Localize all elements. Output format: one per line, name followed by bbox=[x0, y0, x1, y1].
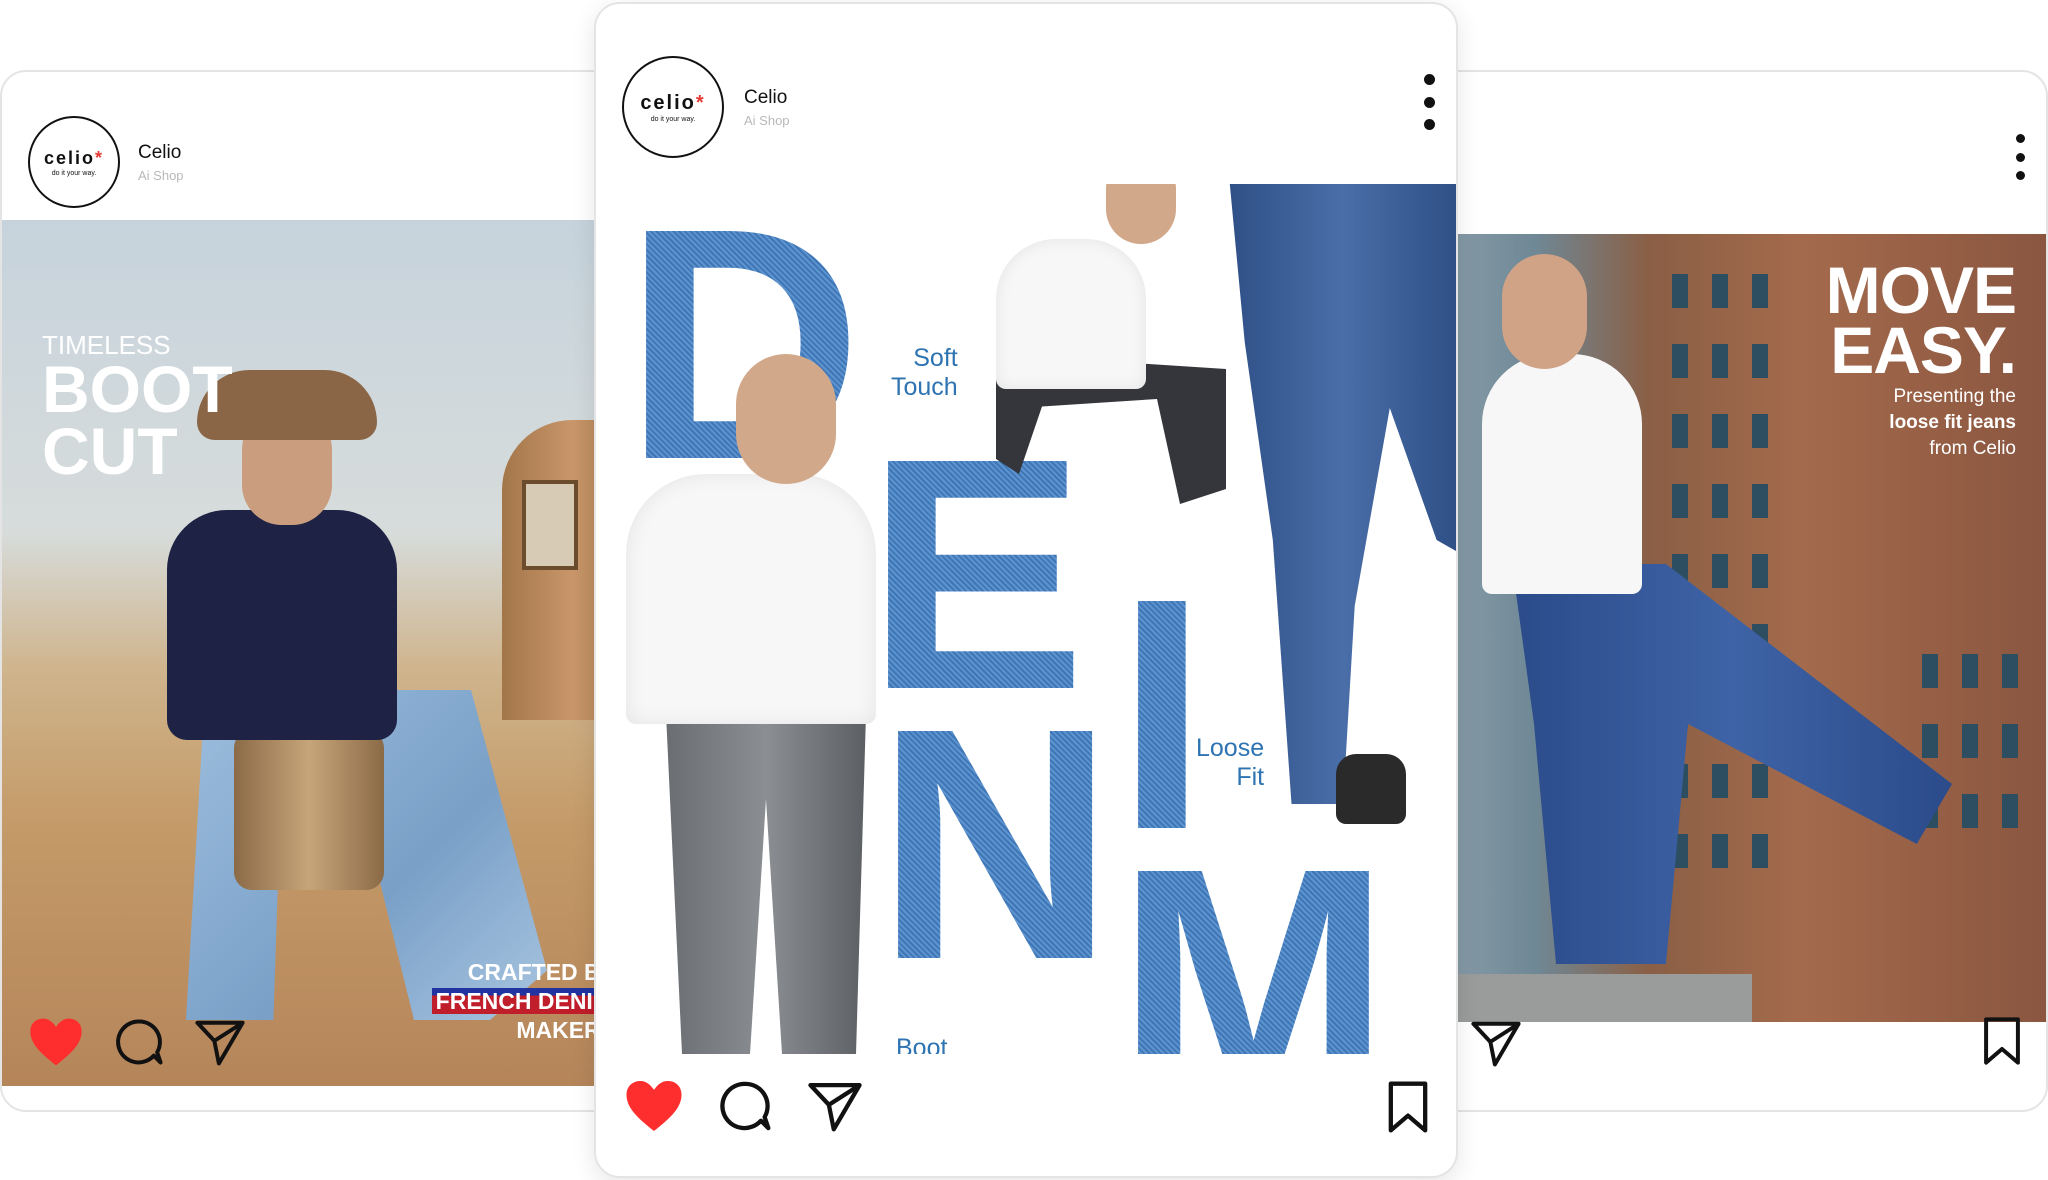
denim-letter-n: N bbox=[876, 654, 1114, 1034]
model-jeans bbox=[1512, 564, 1952, 964]
caption-soft-line-2: Touch bbox=[891, 373, 958, 401]
model-head bbox=[1502, 254, 1587, 369]
more-options-icon[interactable] bbox=[2014, 134, 2026, 180]
bookmark-icon[interactable] bbox=[1386, 1080, 1430, 1134]
caption-loose-fit: Loose Fit bbox=[1196, 734, 1264, 792]
headline-line-1: BOOT bbox=[42, 352, 233, 426]
subheadline-line-2: loose fit jeans bbox=[1889, 412, 2016, 433]
logo-tagline: do it your way. bbox=[650, 115, 696, 123]
headline-big: BOOT CUT bbox=[42, 352, 302, 488]
logo-star: * bbox=[95, 147, 105, 168]
denim-letter-m: M bbox=[1116, 794, 1391, 1054]
model-shirt bbox=[1482, 354, 1642, 594]
heart-icon[interactable] bbox=[624, 1078, 684, 1134]
account-name[interactable]: Celio bbox=[138, 142, 184, 164]
logo-text: celio bbox=[640, 91, 696, 114]
crouching-model-head bbox=[1106, 184, 1176, 244]
credit-line-1: CRAFTED BY bbox=[467, 959, 616, 985]
logo-tagline: do it your way. bbox=[51, 169, 97, 177]
barrel-illustration bbox=[234, 730, 384, 890]
front-model-jeans bbox=[666, 714, 866, 1054]
front-model-head bbox=[736, 354, 836, 484]
standing-model-shoe bbox=[1336, 754, 1406, 824]
comment-icon[interactable] bbox=[114, 1017, 164, 1067]
avatar[interactable]: celio* do it your way. bbox=[28, 116, 120, 208]
post-carousel: celio* do it your way. Celio Ai Shop TIM… bbox=[0, 0, 2048, 1180]
share-icon[interactable] bbox=[1470, 1018, 1522, 1068]
caption-soft-touch: Soft Touch bbox=[891, 344, 958, 402]
headline-line-2: CUT bbox=[42, 414, 178, 488]
account-subtitle: Ai Shop bbox=[138, 167, 184, 183]
headline-line-2: EASY. bbox=[1830, 313, 2017, 387]
logo-star: * bbox=[695, 91, 706, 114]
caption-loose-line-2: Fit bbox=[1236, 763, 1265, 791]
logo-text: celio bbox=[43, 147, 95, 168]
headline-line-1: MOVE bbox=[1825, 253, 2017, 327]
post-image[interactable]: D E N I M Soft Touch Loose Fit Boot bbox=[596, 184, 1456, 1054]
model-shirt bbox=[167, 510, 397, 740]
bookmark-icon[interactable] bbox=[1982, 1016, 2022, 1066]
headline: MOVE EASY. bbox=[1825, 253, 2017, 387]
account-name[interactable]: Celio bbox=[744, 87, 790, 109]
credit-line-2: FRENCH DENIM bbox=[431, 988, 616, 1014]
caption-soft-line-1: Soft bbox=[913, 344, 958, 372]
subheadline-line-1: Presenting the bbox=[1893, 386, 2016, 407]
comment-icon[interactable] bbox=[718, 1079, 772, 1133]
subheadline: Presenting the loose fit jeans from Celi… bbox=[1889, 384, 2016, 462]
front-model-shirt bbox=[626, 474, 876, 724]
caption-loose-line-1: Loose bbox=[1196, 734, 1265, 762]
crouching-model-shirt bbox=[996, 239, 1146, 389]
share-icon[interactable] bbox=[806, 1079, 864, 1133]
action-bar bbox=[624, 1078, 864, 1134]
credit-line-3: MAKERS bbox=[516, 1017, 616, 1043]
post-card-denim[interactable]: celio* do it your way. Celio Ai Shop D E… bbox=[594, 2, 1458, 1178]
subheadline-line-3: from Celio bbox=[1929, 438, 2016, 459]
post-header: celio* do it your way. Celio Ai Shop bbox=[28, 116, 184, 208]
share-icon[interactable] bbox=[194, 1017, 246, 1067]
caption-boot: Boot bbox=[896, 1034, 948, 1054]
post-card-boot-cut[interactable]: celio* do it your way. Celio Ai Shop TIM… bbox=[0, 70, 620, 1112]
standing-model-jeans bbox=[1226, 184, 1456, 804]
account-subtitle: Ai Shop bbox=[744, 112, 790, 128]
ledge bbox=[1422, 974, 1752, 1022]
post-card-move-easy[interactable]: MOVE EASY. Presenting the loose fit jean… bbox=[1420, 70, 2048, 1112]
heart-icon[interactable] bbox=[28, 1016, 84, 1068]
avatar[interactable]: celio* do it your way. bbox=[622, 56, 724, 158]
post-header: celio* do it your way. Celio Ai Shop bbox=[622, 56, 790, 158]
more-options-icon[interactable] bbox=[1422, 74, 1436, 130]
action-bar bbox=[28, 1016, 246, 1068]
credit-block: CRAFTED BY FRENCH DENIM MAKERS bbox=[431, 958, 616, 1045]
